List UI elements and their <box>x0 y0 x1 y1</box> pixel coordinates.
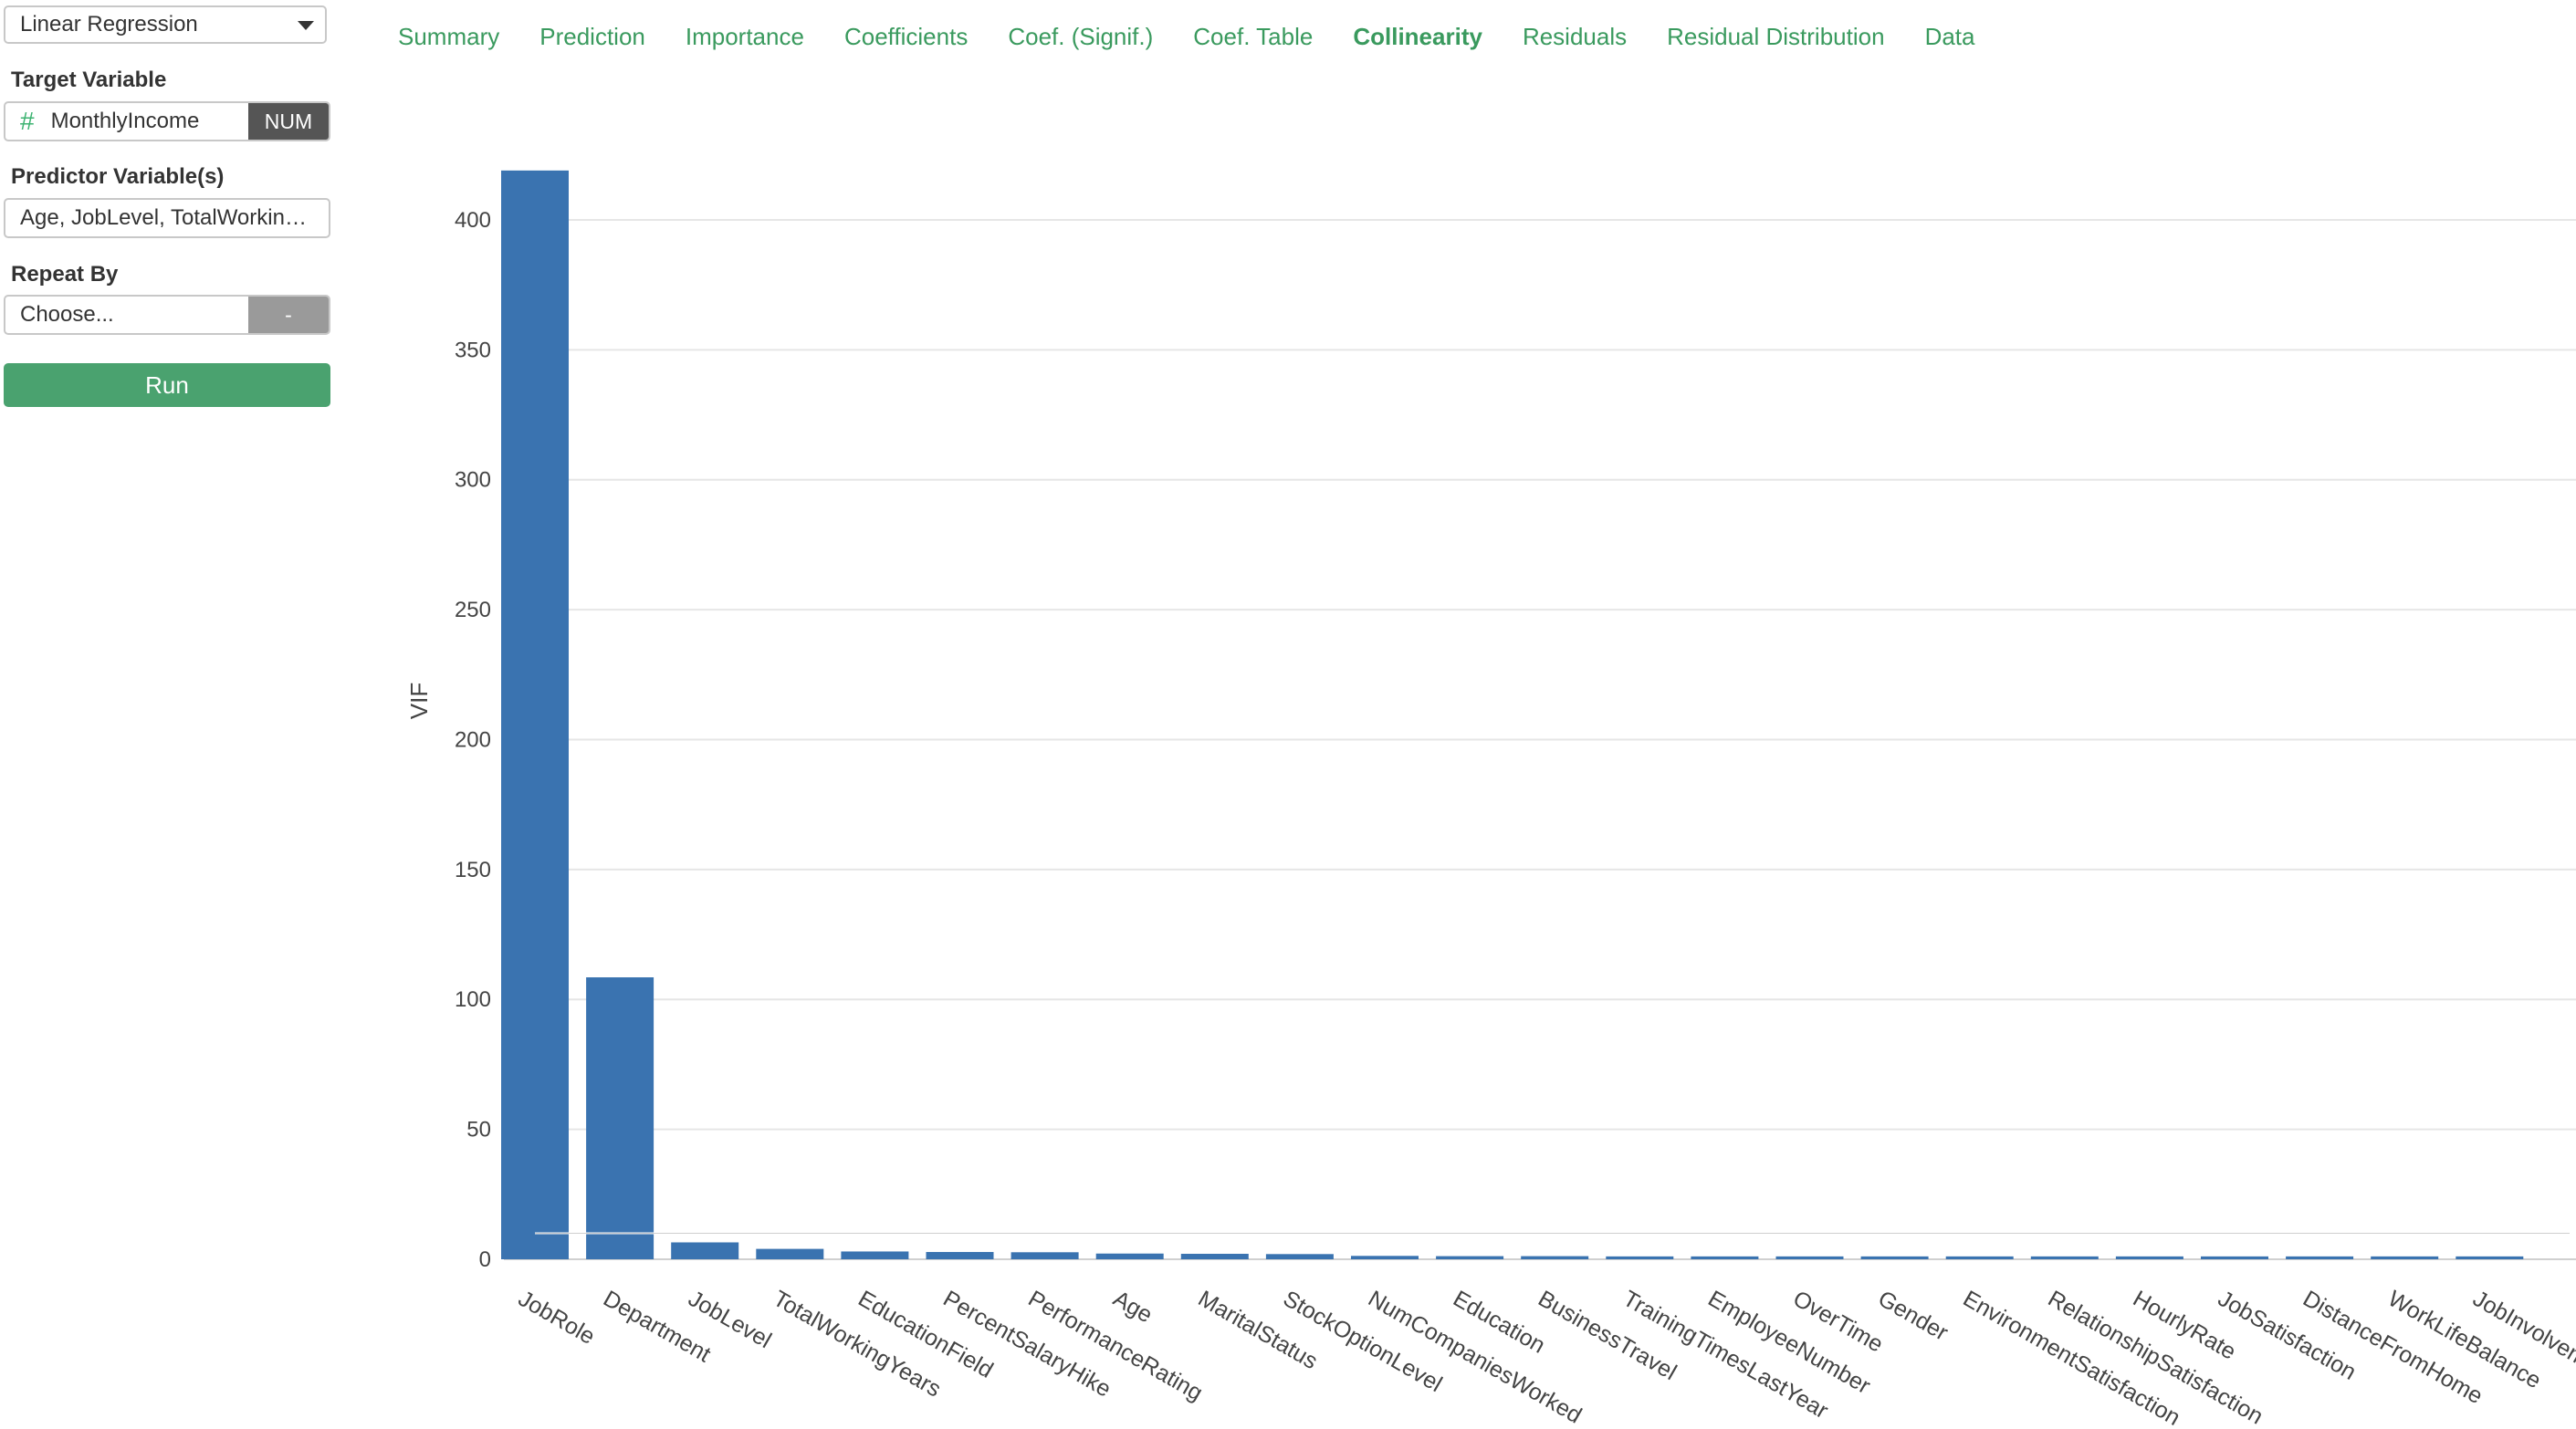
bar <box>1775 1256 1844 1259</box>
app-root: Linear Regression Target Variable # Mont… <box>0 0 2576 1429</box>
y-axis-label: VIF <box>405 683 433 719</box>
bar <box>1095 1253 1164 1259</box>
bar <box>756 1248 824 1259</box>
bar <box>1351 1256 1419 1259</box>
vif-bar-chart: 050100150200250300350400VIFJobRole Depart… <box>405 170 2576 1429</box>
bar <box>2456 1256 2524 1259</box>
y-tick-label: 300 <box>455 468 491 493</box>
y-tick-label: 200 <box>455 727 491 752</box>
bar <box>841 1251 909 1259</box>
bar <box>1011 1252 1079 1259</box>
bar <box>1265 1254 1334 1259</box>
bar <box>926 1252 994 1259</box>
y-tick-label: 100 <box>455 987 491 1012</box>
y-tick-label: 250 <box>455 598 491 622</box>
bar <box>1691 1256 1759 1259</box>
bar <box>2371 1256 2439 1259</box>
bar <box>1521 1256 1589 1259</box>
y-tick-label: 50 <box>466 1118 491 1142</box>
x-tick-label: Age <box>1109 1286 1157 1328</box>
bar <box>671 1242 739 1259</box>
bar <box>2115 1256 2183 1259</box>
bar <box>586 977 654 1259</box>
y-tick-label: 400 <box>455 208 491 233</box>
bar <box>1436 1256 1504 1259</box>
bar <box>2286 1256 2354 1259</box>
y-tick-label: 150 <box>455 858 491 882</box>
bar <box>1606 1256 1674 1259</box>
y-tick-label: 350 <box>455 338 491 362</box>
x-tick-label: JobRole <box>514 1286 599 1350</box>
bar <box>1945 1256 2014 1259</box>
y-tick-label: 0 <box>479 1247 491 1272</box>
bar <box>1860 1256 1929 1259</box>
bar <box>1180 1254 1249 1259</box>
bar <box>2030 1256 2099 1259</box>
bar <box>501 170 569 1259</box>
bar <box>2201 1256 2268 1259</box>
